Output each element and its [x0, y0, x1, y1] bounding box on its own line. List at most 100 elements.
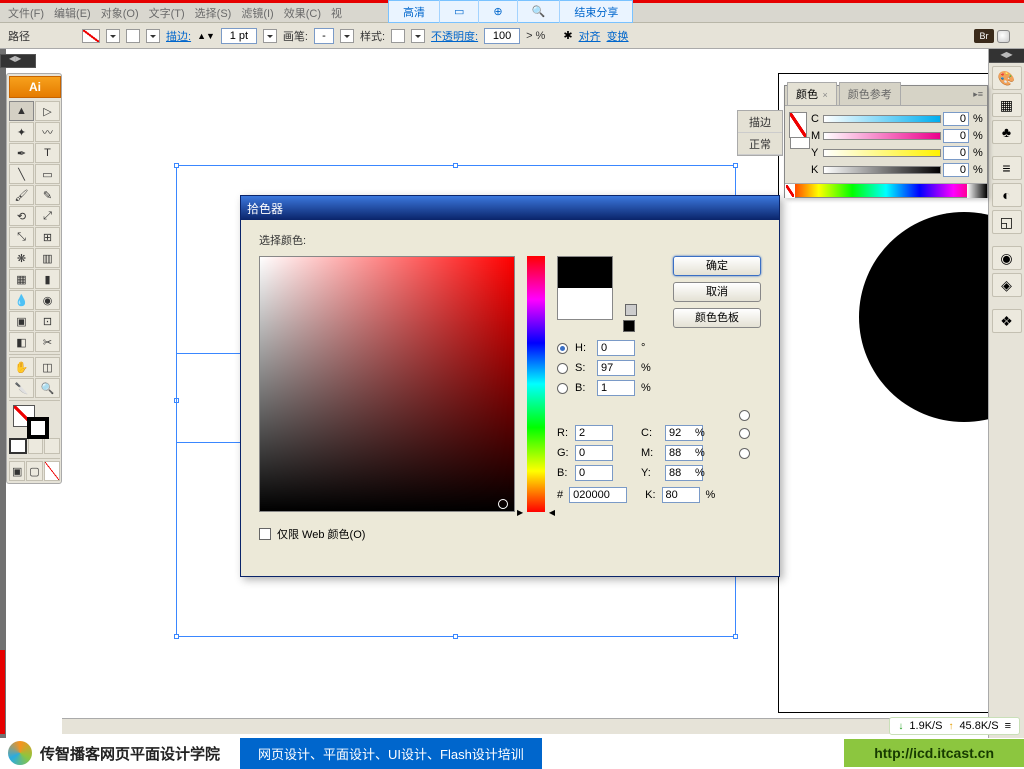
brush-input[interactable] — [314, 28, 334, 44]
share-hd[interactable]: 高清 — [389, 0, 440, 23]
radio-b[interactable] — [557, 383, 568, 394]
opt-align[interactable]: 对齐 — [579, 28, 601, 44]
menu-select[interactable]: 选择(S) — [191, 3, 236, 23]
mini-stroke-panel[interactable]: 描边 正常 — [737, 110, 783, 156]
saturation-value-field[interactable] — [259, 256, 515, 512]
search-icon[interactable] — [997, 30, 1010, 43]
style-swatch[interactable] — [391, 29, 405, 43]
out-of-gamut-icon[interactable] — [625, 304, 637, 316]
reflect-tool[interactable]: ⤢ — [35, 206, 60, 226]
eraser2-tool[interactable]: ◫ — [35, 357, 60, 377]
cancel-button[interactable]: 取消 — [673, 282, 761, 302]
web-only-checkbox[interactable] — [259, 528, 271, 540]
appearance-panel-icon[interactable]: ◉ — [992, 246, 1022, 270]
crop-tool[interactable]: ⊡ — [35, 311, 60, 331]
k-input[interactable] — [943, 163, 969, 177]
radio-g[interactable] — [739, 428, 750, 439]
m-slider[interactable] — [823, 132, 941, 140]
eyedropper-tool[interactable]: 💧 — [9, 290, 34, 310]
stroke-weight-input[interactable] — [221, 28, 257, 44]
share-target-icon[interactable]: ⊕ — [479, 0, 517, 23]
stroke-swatch[interactable] — [126, 29, 140, 43]
blend-tool[interactable]: ◉ — [35, 290, 60, 310]
eraser-tool[interactable]: ◧ — [9, 332, 34, 352]
free-transform-tool[interactable]: ⊞ — [35, 227, 60, 247]
swatches-panel-icon[interactable]: ▦ — [992, 93, 1022, 117]
rectangle-tool[interactable]: ▭ — [35, 164, 60, 184]
stroke-weight-dd[interactable] — [263, 29, 277, 43]
opt-transform[interactable]: 变换 — [607, 28, 629, 44]
menu-view[interactable]: 视 — [327, 3, 346, 23]
menu-file[interactable]: 文件(F) — [4, 3, 48, 23]
mini-stroke-label[interactable]: 描边 — [738, 111, 782, 133]
y-slider[interactable] — [823, 149, 941, 157]
type-tool[interactable]: T — [35, 143, 60, 163]
m-input[interactable] — [943, 129, 969, 143]
gradient-tool[interactable]: ▮ — [35, 269, 60, 289]
radio-r[interactable] — [739, 410, 750, 421]
color-mode-gradient[interactable] — [28, 438, 44, 454]
dialog-titlebar[interactable]: 拾色器 — [241, 196, 779, 220]
menu-filter[interactable]: 滤镜(I) — [237, 3, 277, 23]
screen-full-menu[interactable]: ▢ — [26, 461, 42, 481]
symbol-sprayer-tool[interactable]: ❋ — [9, 248, 34, 268]
menu-object[interactable]: 对象(O) — [97, 3, 143, 23]
scissors-tool[interactable]: ✂ — [35, 332, 60, 352]
color-mode-none[interactable] — [44, 438, 60, 454]
radio-h[interactable] — [557, 343, 568, 354]
mesh-tool[interactable]: ▦ — [9, 269, 34, 289]
stroke-panel-icon[interactable]: ≡ — [992, 156, 1022, 180]
menu-type[interactable]: 文字(T) — [145, 3, 189, 23]
color-mode-solid[interactable] — [9, 438, 27, 454]
menu-edit[interactable]: 编辑(E) — [50, 3, 95, 23]
opt-opacity-label[interactable]: 不透明度: — [431, 28, 478, 44]
lasso-tool[interactable]: 〰 — [35, 122, 60, 142]
spectrum-bar[interactable] — [785, 183, 987, 197]
r-input[interactable] — [575, 425, 613, 441]
b2-input[interactable] — [575, 465, 613, 481]
layers-panel-icon[interactable]: ❖ — [992, 309, 1022, 333]
radio-s[interactable] — [557, 363, 568, 374]
radio-b2[interactable] — [739, 448, 750, 459]
color-panel-icon[interactable]: 🎨 — [992, 66, 1022, 90]
magic-wand-tool[interactable]: ✦ — [9, 122, 34, 142]
stroke-dropdown[interactable] — [146, 29, 160, 43]
k-slider[interactable] — [823, 166, 941, 174]
pencil-tool[interactable]: ✎ — [35, 185, 60, 205]
hue-slider[interactable] — [527, 256, 545, 512]
g-input[interactable] — [575, 445, 613, 461]
bridge-launcher[interactable]: Br — [974, 27, 1018, 45]
color-guide-tab[interactable]: 颜色参考 — [839, 82, 901, 105]
horizontal-scrollbar[interactable] — [62, 718, 988, 734]
y-input[interactable] — [943, 146, 969, 160]
gradient-panel-icon[interactable]: ◐ — [992, 183, 1022, 207]
fill-swatch[interactable] — [82, 29, 100, 43]
live-paint-tool[interactable]: ▣ — [9, 311, 34, 331]
h-input[interactable] — [597, 340, 635, 356]
s-input[interactable] — [597, 360, 635, 376]
ok-button[interactable]: 确定 — [673, 256, 761, 276]
fill-stroke-control[interactable] — [9, 403, 60, 437]
screen-full[interactable] — [44, 461, 60, 481]
transparency-panel-icon[interactable]: ◱ — [992, 210, 1022, 234]
zoom-tool[interactable]: 🔍 — [35, 378, 60, 398]
panel-fill-swatch[interactable] — [789, 112, 807, 138]
screen-normal[interactable]: ▣ — [9, 461, 25, 481]
share-end[interactable]: 结束分享 — [560, 0, 632, 23]
k2-input[interactable] — [662, 487, 700, 503]
share-zoom-icon[interactable]: 🔍 — [518, 0, 561, 23]
opacity-input[interactable] — [484, 28, 520, 44]
hand-tool[interactable]: ✋ — [9, 357, 34, 377]
mini-blend-label[interactable]: 正常 — [738, 133, 782, 155]
share-rect-icon[interactable]: ▭ — [440, 0, 479, 23]
selection-tool[interactable]: ▲ — [9, 101, 34, 121]
recolor-icon[interactable]: ✱ — [563, 29, 572, 42]
c-input[interactable] — [943, 112, 969, 126]
slice-tool[interactable]: 🔪 — [9, 378, 34, 398]
footer-url[interactable]: http://icd.itcast.cn — [844, 739, 1024, 767]
hex-input[interactable] — [569, 487, 627, 503]
color-tab[interactable]: 颜色 × — [787, 82, 837, 105]
paintbrush-tool[interactable]: 🖌 — [9, 185, 34, 205]
hue-pointer[interactable] — [521, 508, 551, 514]
swatches-button[interactable]: 颜色色板 — [673, 308, 761, 328]
